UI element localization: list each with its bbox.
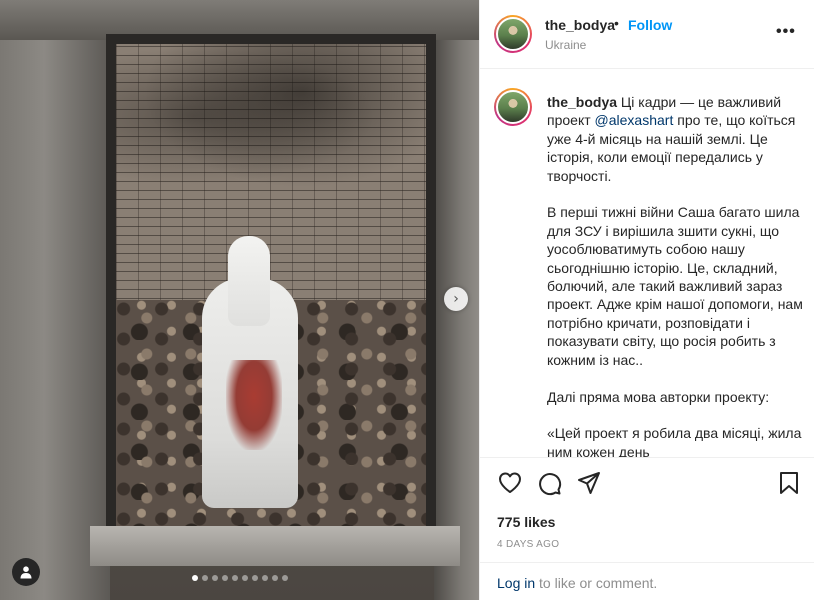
carousel-dot <box>221 575 228 581</box>
carousel-dot <box>251 575 258 581</box>
send-icon <box>578 472 600 494</box>
login-link[interactable]: Log in <box>497 575 535 591</box>
carousel-dot <box>211 575 218 581</box>
comment-button[interactable] <box>536 470 562 496</box>
post-actions <box>480 470 814 500</box>
carousel-dots <box>0 575 479 581</box>
login-prompt-bar: Log in to like or comment. <box>480 562 814 600</box>
chevron-right-icon: › <box>453 291 459 307</box>
post-date[interactable]: 4 DAYS AGO <box>497 539 559 550</box>
post-header: the_bodya • Follow Ukraine ••• <box>480 0 814 69</box>
photo-figure-stain <box>226 360 282 450</box>
photo-window-sill <box>90 526 460 566</box>
caption-text-rest: про те, що коїться уже 4-й місяць на наш… <box>547 112 803 458</box>
photo-figure-veil <box>228 236 270 326</box>
carousel-dot <box>281 575 288 581</box>
comment-icon <box>539 473 562 496</box>
photo-wall-left <box>0 0 110 600</box>
comments-area[interactable]: the_bodya Ці кадри — це важливий проект … <box>480 70 814 458</box>
post-side-panel: the_bodya • Follow Ukraine ••• the_bodya… <box>479 0 814 600</box>
share-button[interactable] <box>576 470 602 496</box>
photo-soot <box>116 44 426 204</box>
carousel-dot <box>261 575 268 581</box>
carousel-next-button[interactable]: › <box>444 287 468 311</box>
login-prompt: Log in to like or comment. <box>497 575 657 591</box>
caption-avatar[interactable] <box>494 88 532 126</box>
more-options-icon[interactable]: ••• <box>776 23 796 41</box>
location-link[interactable]: Ukraine <box>545 38 586 52</box>
save-button[interactable] <box>776 470 802 496</box>
caption-mention-link[interactable]: @alexashart <box>595 112 674 128</box>
bookmark-icon <box>780 472 798 494</box>
carousel-dot <box>201 575 208 581</box>
login-prompt-suffix: to like or comment. <box>535 575 658 591</box>
post-caption: the_bodya Ці кадри — це важливий проект … <box>547 93 807 458</box>
post-photo[interactable]: › <box>0 0 479 600</box>
carousel-dot <box>191 575 198 581</box>
like-button[interactable] <box>497 470 523 496</box>
separator-dot: • <box>614 15 619 31</box>
avatar[interactable] <box>494 15 532 53</box>
carousel-dot <box>231 575 238 581</box>
caption-username[interactable]: the_bodya <box>547 94 617 110</box>
carousel-dot <box>241 575 248 581</box>
heart-icon <box>499 472 521 493</box>
carousel-dot <box>271 575 278 581</box>
user-tags-button[interactable] <box>12 558 40 586</box>
likes-count[interactable]: 775 likes <box>497 514 555 530</box>
username-link[interactable]: the_bodya <box>545 17 615 33</box>
follow-button[interactable]: Follow <box>628 17 672 33</box>
